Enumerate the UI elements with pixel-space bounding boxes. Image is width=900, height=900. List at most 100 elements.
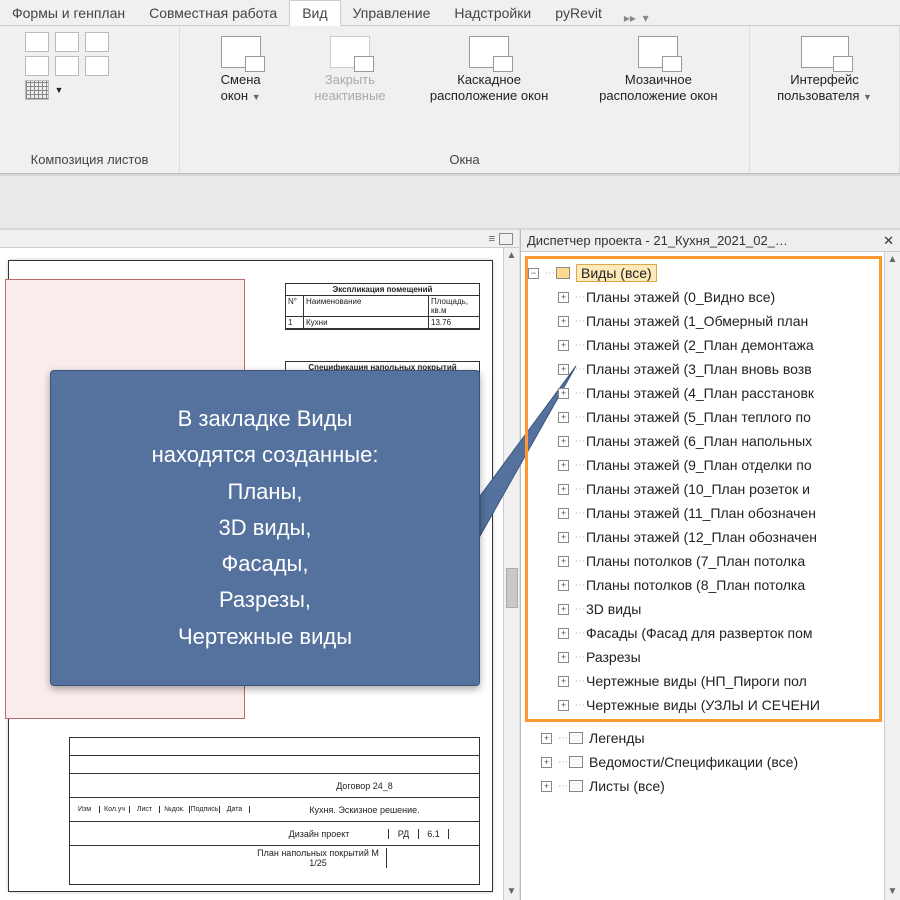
tab-forms[interactable]: Формы и генплан — [0, 1, 137, 25]
tree-node-view[interactable]: +⋯Планы этажей (5_План теплого по — [528, 405, 879, 429]
tree-dots: ⋯ — [545, 268, 554, 279]
expand-icon[interactable]: + — [558, 604, 569, 615]
expand-icon[interactable]: + — [558, 364, 569, 375]
user-interface-button[interactable]: Интерфейс пользователя ▼ — [765, 32, 885, 109]
sheet-dup-icon[interactable] — [55, 32, 79, 52]
sheet-grid-icon[interactable] — [25, 80, 49, 100]
collapse-icon[interactable]: − — [528, 268, 539, 279]
tb-contract: Договор 24_8 — [250, 781, 479, 791]
tree-dots: ⋯ — [575, 508, 584, 519]
panel-composition-label: Композиция листов — [31, 148, 149, 171]
switch-windows-label2: окон — [221, 88, 248, 103]
scroll-up-icon[interactable]: ▲ — [887, 254, 899, 266]
panel-windows: Смена окон ▼ Закрыть неактивные Каскадно… — [180, 26, 750, 173]
scroll-down-icon[interactable]: ▼ — [887, 886, 899, 898]
tree-node-view[interactable]: +⋯Планы этажей (1_Обмерный план — [528, 309, 879, 333]
expand-icon[interactable]: + — [558, 580, 569, 591]
close-icon[interactable]: ✕ — [883, 233, 894, 249]
sheet-viewref-icon[interactable] — [85, 56, 109, 76]
tree-node-view[interactable]: +⋯3D виды — [528, 597, 879, 621]
expand-icon[interactable]: + — [541, 757, 552, 768]
close-inactive-label1: Закрыть — [325, 72, 375, 87]
close-inactive-icon — [330, 36, 370, 68]
view-toolbar: ≡ — [0, 230, 519, 248]
tree-dots: ⋯ — [575, 556, 584, 567]
tree-node-view[interactable]: +⋯Чертежные виды (НП_Пироги пол — [528, 669, 879, 693]
cascade-button[interactable]: Каскадное расположение окон — [414, 32, 564, 109]
tb-page: 6.1 — [419, 829, 449, 839]
expand-icon[interactable]: + — [558, 484, 569, 495]
browser-scrollbar[interactable]: ▲ ▼ — [884, 252, 900, 900]
tree-node-view[interactable]: +⋯Планы этажей (2_План демонтажа — [528, 333, 879, 357]
title-block: Договор 24_8 Изм Кол.уч Лист №док. Подпи… — [69, 737, 480, 885]
tree-node-view[interactable]: +⋯Планы этажей (6_План напольных — [528, 429, 879, 453]
sheet-new-icon[interactable] — [25, 32, 49, 52]
tree-node-view[interactable]: +⋯Планы потолков (7_План потолка — [528, 549, 879, 573]
tab-collab[interactable]: Совместная работа — [137, 1, 289, 25]
view-options-icon[interactable]: ≡ — [489, 233, 495, 245]
view-dropdown-icon[interactable] — [499, 233, 513, 245]
tree-node-view[interactable]: +⋯Планы этажей (3_План вновь возв — [528, 357, 879, 381]
tab-manage[interactable]: Управление — [341, 1, 443, 25]
expand-icon[interactable]: + — [558, 700, 569, 711]
expand-icon[interactable]: + — [558, 292, 569, 303]
scroll-thumb[interactable] — [506, 568, 518, 608]
tree-node-category[interactable]: +⋯Ведомости/Спецификации (все) — [525, 750, 900, 774]
expand-icon[interactable]: + — [558, 388, 569, 399]
sheet-revise-icon[interactable] — [85, 32, 109, 52]
tree-node-view[interactable]: +⋯Разрезы — [528, 645, 879, 669]
tree-node-view[interactable]: +⋯Планы этажей (9_План отделки по — [528, 453, 879, 477]
tree-node-label: Фасады (Фасад для разверток пом — [586, 625, 813, 641]
tree-node-view[interactable]: +⋯Планы этажей (4_План расстановк — [528, 381, 879, 405]
expand-icon[interactable]: + — [558, 508, 569, 519]
expand-icon[interactable]: + — [558, 436, 569, 447]
tree-node-view[interactable]: +⋯Планы этажей (0_Видно все) — [528, 285, 879, 309]
tree-node-view[interactable]: +⋯Планы этажей (10_План розеток и — [528, 477, 879, 501]
switch-windows-button[interactable]: Смена окон ▼ — [196, 32, 286, 109]
expand-icon[interactable]: + — [541, 733, 552, 744]
tree-node-view[interactable]: +⋯Планы потолков (8_План потолка — [528, 573, 879, 597]
expand-icon[interactable]: + — [558, 652, 569, 663]
expand-icon[interactable]: + — [558, 676, 569, 687]
tb-stage: РД — [389, 829, 419, 839]
tree-dots: ⋯ — [575, 412, 584, 423]
tree-node-view[interactable]: +⋯Фасады (Фасад для разверток пом — [528, 621, 879, 645]
sheet-guide-icon[interactable] — [25, 56, 49, 76]
expl-h-no: N° — [286, 296, 304, 316]
tree-node-category[interactable]: +⋯Легенды — [525, 726, 900, 750]
tree-node-view[interactable]: +⋯Планы этажей (12_План обозначен — [528, 525, 879, 549]
ribbon-tabs: Формы и генплан Совместная работа Вид Уп… — [0, 0, 900, 26]
expand-icon[interactable]: + — [558, 316, 569, 327]
callout-tooltip: В закладке Виды находятся созданные: Пла… — [50, 370, 480, 686]
expand-icon[interactable]: + — [558, 412, 569, 423]
expand-icon[interactable]: + — [541, 781, 552, 792]
expand-icon[interactable]: + — [558, 556, 569, 567]
tree-dots: ⋯ — [575, 388, 584, 399]
scroll-up-icon[interactable]: ▲ — [506, 250, 518, 262]
tree-dots: ⋯ — [575, 532, 584, 543]
tab-addins[interactable]: Надстройки — [442, 1, 543, 25]
project-browser: Диспетчер проекта - 21_Кухня_2021_02_… ✕… — [520, 230, 900, 900]
chevron-down-icon[interactable]: ▼ — [55, 80, 64, 100]
expand-icon[interactable]: + — [558, 628, 569, 639]
expand-icon[interactable]: + — [558, 340, 569, 351]
scroll-down-icon[interactable]: ▼ — [506, 886, 518, 898]
tile-button[interactable]: Мозаичное расположение окон — [583, 32, 733, 109]
canvas-scrollbar[interactable]: ▲ ▼ — [503, 248, 519, 900]
tree-node-views-root[interactable]: − ⋯ Виды (все) — [528, 261, 879, 285]
category-icon — [569, 756, 583, 768]
tree-dots: ⋯ — [575, 340, 584, 351]
tab-view[interactable]: Вид — [289, 0, 340, 26]
tree-dots: ⋯ — [575, 436, 584, 447]
tree-node-view[interactable]: +⋯Планы этажей (11_План обозначен — [528, 501, 879, 525]
tab-overflow-icon[interactable]: ▸▸ ▾ — [614, 11, 659, 25]
toolbar-spacer — [0, 174, 900, 230]
cascade-icon — [469, 36, 509, 68]
expand-icon[interactable]: + — [558, 460, 569, 471]
tab-pyrevit[interactable]: pyRevit — [543, 1, 614, 25]
sheet-matchline-icon[interactable] — [55, 56, 79, 76]
tree-node-view[interactable]: +⋯Чертежные виды (УЗЛЫ И СЕЧЕНИ — [528, 693, 879, 717]
category-icon — [569, 780, 583, 792]
tree-node-category[interactable]: +⋯Листы (все) — [525, 774, 900, 798]
expand-icon[interactable]: + — [558, 532, 569, 543]
